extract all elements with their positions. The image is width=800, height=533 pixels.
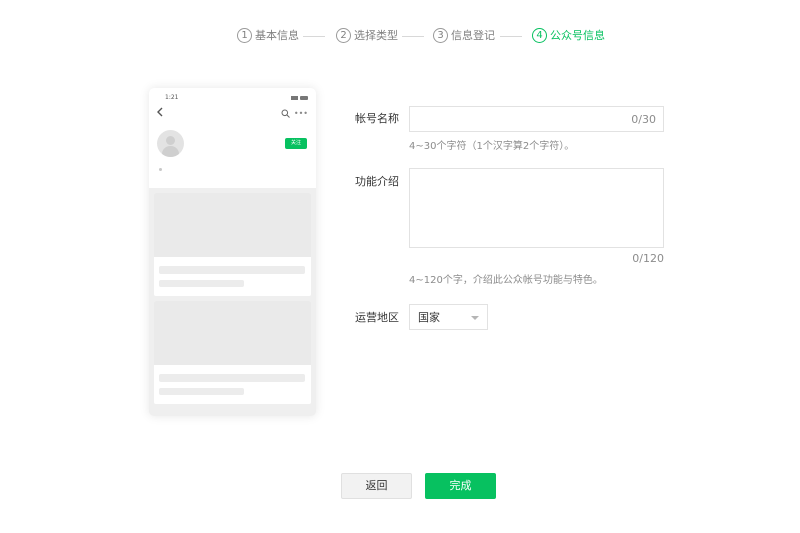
- phone-preview: 1:21 ••• 关注: [149, 88, 316, 416]
- signal-icon: [291, 96, 298, 100]
- intro-label: 功能介绍: [355, 175, 399, 188]
- back-button[interactable]: 返回: [341, 473, 412, 499]
- follow-button: 关注: [285, 138, 307, 149]
- step-info-register: 3 信息登记: [433, 27, 495, 43]
- region-label: 运营地区: [355, 311, 399, 324]
- text-placeholder: [159, 374, 305, 382]
- step-label: 信息登记: [451, 29, 495, 42]
- step-label: 基本信息: [255, 29, 299, 42]
- search-icon: [281, 109, 290, 118]
- back-arrow-icon: [157, 107, 163, 117]
- preview-header: 1:21 ••• 关注: [149, 88, 316, 188]
- intro-textarea[interactable]: [409, 168, 664, 248]
- step-number: 1: [237, 27, 252, 43]
- region-select[interactable]: 国家: [409, 304, 488, 330]
- step-progress: 1 基本信息 2 选择类型 3 信息登记 4 公众号信息: [0, 27, 800, 45]
- step-number: 2: [336, 27, 351, 43]
- account-name-counter: 0/30: [631, 113, 656, 126]
- account-name-hint: 4~30个字符（1个汉字算2个字符）。: [409, 141, 575, 152]
- status-time: 1:21: [165, 94, 179, 101]
- step-basic-info: 1 基本信息: [237, 27, 299, 43]
- step-account-info: 4 公众号信息: [532, 27, 605, 43]
- image-placeholder: [154, 193, 311, 257]
- intro-hint: 4~120个字，介绍此公众帐号功能与特色。: [409, 275, 603, 286]
- step-label: 公众号信息: [550, 29, 605, 42]
- step-divider: [402, 36, 424, 37]
- text-placeholder: [159, 280, 244, 287]
- chevron-down-icon: [471, 316, 479, 320]
- intro-counter: 0/120: [632, 252, 664, 265]
- avatar: [157, 130, 184, 157]
- account-name-label: 帐号名称: [355, 112, 399, 125]
- article-card-placeholder: [154, 193, 311, 296]
- status-icons: [291, 96, 308, 100]
- step-number: 4: [532, 27, 547, 43]
- more-icon: •••: [293, 109, 308, 118]
- done-button[interactable]: 完成: [425, 473, 496, 499]
- image-placeholder: [154, 301, 311, 365]
- placeholder-dot: [159, 168, 162, 171]
- battery-icon: [300, 96, 308, 100]
- text-placeholder: [159, 266, 305, 274]
- article-card-placeholder: [154, 301, 311, 404]
- text-placeholder: [159, 388, 244, 395]
- step-divider: [500, 36, 522, 37]
- step-label: 选择类型: [354, 29, 398, 42]
- step-select-type: 2 选择类型: [336, 27, 398, 43]
- step-number: 3: [433, 27, 448, 43]
- step-divider: [303, 36, 325, 37]
- region-selected-value: 国家: [418, 311, 440, 324]
